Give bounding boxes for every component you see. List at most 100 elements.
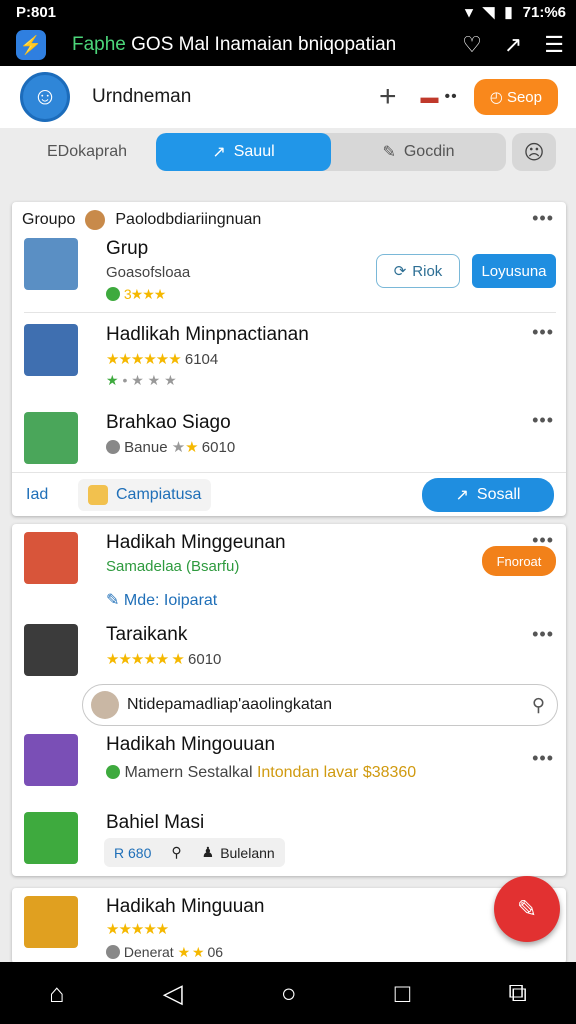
home-icon[interactable]: ⌂ <box>49 978 65 1009</box>
profile-row: ☺ Urndneman + ▬ •• ◴ Seop <box>0 66 576 128</box>
app-logo-icon[interactable]: ⚡ <box>16 30 46 60</box>
footer-chip[interactable]: Campiatusa <box>78 478 212 511</box>
item-title: Hadikah Minguuan <box>106 896 265 917</box>
send-icon: ↗ <box>455 486 469 504</box>
system-nav-bar: ⌂ ◁ ○ □ ⧉ <box>0 962 576 1024</box>
item-subtitle-text: Banue <box>124 439 168 456</box>
group-header: Groupo Paolodbdiariingnuan <box>22 210 261 230</box>
item-subtitle-b: Intondan lavar <box>256 764 359 781</box>
edit-icon: ✎ <box>382 144 396 161</box>
tab-active[interactable]: ↗ Sauul <box>156 133 331 171</box>
pen-icon: ✎ <box>106 592 124 609</box>
footer-link[interactable]: Iad <box>26 486 78 504</box>
item-subtitle: Mamern Sestalkal Intondan lavar $38360 <box>106 764 416 782</box>
recents-icon[interactable]: □ <box>395 978 411 1009</box>
tab-active-label: Sauul <box>233 143 275 160</box>
badge-icon <box>106 287 120 301</box>
list-item[interactable]: Hadikah Minguuan ★★★★★ Denerat ★ ★ 06 <box>24 896 556 964</box>
grey-star-icon: ★ <box>171 439 186 456</box>
emoji-button[interactable]: ☹ <box>512 133 556 171</box>
chip-search[interactable]: ⚲ <box>163 840 190 865</box>
footer-action-label: Sosall <box>476 485 521 503</box>
item-rating: ★ • ★ ★ ★ <box>106 372 177 389</box>
clock-icon: ◴ <box>489 89 507 106</box>
item-title: Grup <box>106 238 149 259</box>
item-title: Hadikah Minggeunan <box>106 532 286 553</box>
list-item[interactable]: Hadikah Minggeunan Samadelaa (Bsarfu) ✎ … <box>24 532 556 609</box>
chip-group: R 680 ⚲ ♟ Bulelann <box>104 838 285 867</box>
item-meta-value: 06 <box>207 944 224 960</box>
outline-button[interactable]: ⟳ Riok <box>376 254 460 288</box>
item-subtitle-c: $38360 <box>362 764 417 781</box>
pen-icon: ↗ <box>212 144 226 161</box>
item-subtitle-text: 6104 <box>184 351 219 368</box>
item-subtitle: Samadelaa (Bsarfu) <box>106 558 240 575</box>
chat-icon[interactable]: ▬ <box>420 87 438 108</box>
tab-inactive[interactable]: ✎ Gocdin <box>331 133 506 171</box>
item-subtitle-text: 6010 <box>188 651 222 668</box>
more-icon[interactable]: ••• <box>532 624 554 645</box>
status-time-left: P:801 <box>16 3 57 21</box>
tabs-row: EDokaprah ↗ Sauul ✎ Gocdin ☹ <box>0 130 576 174</box>
heart-icon[interactable]: ♡ <box>462 32 482 58</box>
more-icon[interactable]: ••• <box>532 748 554 769</box>
app-title: Faphe GOS Mal Inamaian bniqopatian <box>72 34 412 56</box>
star-rating: ★★★★★ <box>106 920 169 938</box>
item-subtitle: Goasofsloaa <box>106 264 191 281</box>
search-icon: ⚲ <box>171 844 182 860</box>
list-item[interactable]: Bahiel Masi R 680 ⚲ ♟ Bulelann <box>24 812 556 882</box>
item-rating: 3★★★ <box>106 286 166 303</box>
footer-action-button[interactable]: ↗ Sosall <box>422 477 554 512</box>
star-icon: ★ ★ <box>177 944 205 960</box>
item-title: Hadikah Mingouuan <box>106 734 276 755</box>
item-value: 6010 <box>201 439 236 456</box>
list-item[interactable]: Hadikah Mingouuan Mamern Sestalkal Inton… <box>24 734 556 804</box>
item-thumbnail <box>24 238 78 290</box>
group-card-3: Hadikah Minguuan ★★★★★ Denerat ★ ★ 06 <box>12 888 566 964</box>
compose-fab[interactable]: ✎ <box>494 876 560 942</box>
person-icon: ♟ <box>201 844 215 860</box>
star-rating: ★★★★★★ <box>106 351 182 368</box>
app-title-rest: GOS Mal Inamaian bniqopatian <box>125 34 397 55</box>
menu-icon[interactable]: ☰ <box>544 32 564 58</box>
profile-action-button[interactable]: ◴ Seop <box>473 79 558 115</box>
circle-home-icon[interactable]: ○ <box>281 978 297 1009</box>
item-title: Brahkao Siago <box>106 412 231 433</box>
star-rating: ★★★★★ ★ <box>106 651 185 668</box>
more-icon[interactable]: ••• <box>532 322 554 343</box>
search-icon[interactable]: ⚲ <box>532 695 545 716</box>
item-title: Taraikank <box>106 624 188 645</box>
blue-button[interactable]: Loyusuna <box>472 254 556 288</box>
list-item[interactable]: Hadlikah Minpnactianan ★★★★★★ 6104 ★ • ★… <box>24 324 556 394</box>
back-icon[interactable]: ◁ <box>163 978 183 1009</box>
add-button[interactable]: + <box>379 82 397 112</box>
item-subtitle-a: Mamern Sestalkal <box>124 764 253 781</box>
item-thumbnail <box>24 624 78 676</box>
group-avatar <box>85 210 106 230</box>
more-dots-icon[interactable]: •• <box>444 88 457 106</box>
more-icon[interactable]: ••• <box>532 208 554 229</box>
item-thumbnail <box>24 734 78 786</box>
app-bar: ⚡ Faphe GOS Mal Inamaian bniqopatian ♡ ↗… <box>0 24 576 66</box>
wifi-icon: ◥ <box>482 4 495 21</box>
group-label: Groupo <box>22 211 76 228</box>
refresh-icon: ⟳ <box>393 263 407 280</box>
avatar[interactable]: ☺ <box>20 72 70 122</box>
search-input[interactable]: Ntidepamadliap'aaolingkatan ⚲ <box>82 684 558 726</box>
status-time-right: 71:%6 <box>522 3 566 21</box>
chip-count[interactable]: R 680 <box>106 840 160 865</box>
status-badge[interactable]: Fnoroat <box>482 546 556 576</box>
item-subtitle: Banue ★★ 6010 <box>106 438 235 456</box>
divider <box>24 312 556 313</box>
tab-left[interactable]: EDokaprah <box>18 143 156 161</box>
item-thumbnail <box>24 812 78 864</box>
share-icon[interactable]: ↗ <box>504 32 522 58</box>
overview-icon[interactable]: ⧉ <box>508 977 527 1009</box>
badge-icon <box>106 945 120 959</box>
chip-user[interactable]: ♟ Bulelann <box>193 840 283 865</box>
more-icon[interactable]: ••• <box>532 410 554 431</box>
search-avatar <box>91 691 119 719</box>
item-subtitle: ★★★★★ ★ 6010 <box>106 650 221 668</box>
item-meta: ✎ Mde: Ioiparat <box>106 590 217 610</box>
folder-icon <box>88 484 108 505</box>
